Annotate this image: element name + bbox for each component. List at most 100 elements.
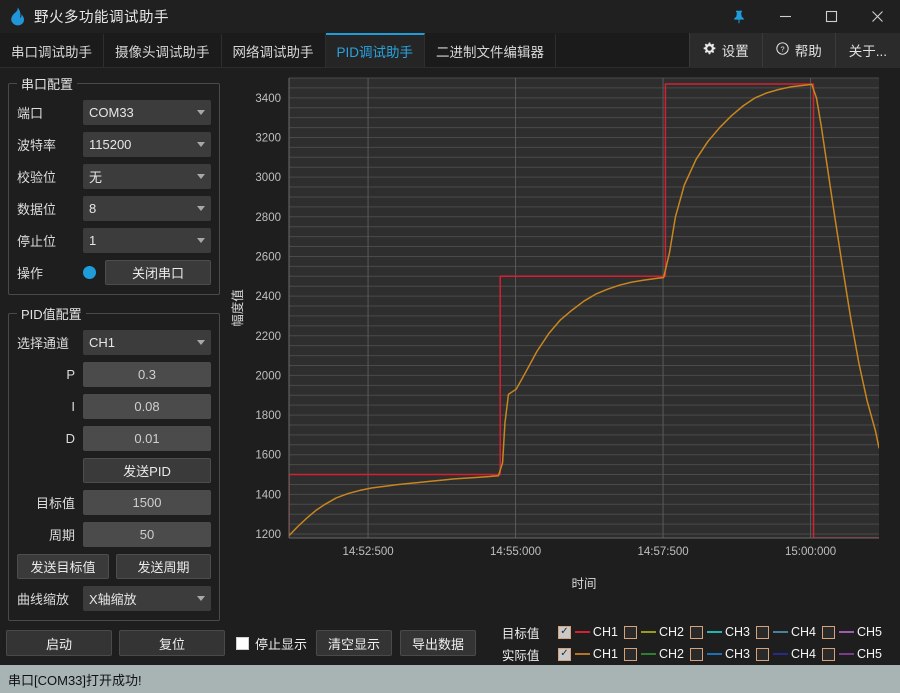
pid-config-group: PID值配置 选择通道 CH1 P 0.3 I 0.08 D 0.01 发送PI… (8, 304, 220, 621)
databits-select[interactable]: 8 (83, 196, 211, 221)
close-icon[interactable] (854, 0, 900, 33)
legend-item-actual-ch5[interactable]: CH5 (821, 647, 882, 661)
question-circle-icon: ? (776, 42, 789, 58)
app-logo-icon (0, 7, 34, 26)
svg-text:1400: 1400 (255, 489, 281, 501)
tab-label: 网络调试助手 (232, 45, 314, 60)
help-button[interactable]: ? 帮助 (761, 33, 835, 67)
settings-label: 设置 (721, 44, 749, 59)
baudrate-row: 波特率 115200 (17, 131, 211, 158)
databits-value: 8 (89, 201, 97, 216)
tab-pid[interactable]: PID调试助手 (325, 33, 426, 67)
maximize-icon[interactable] (808, 0, 854, 33)
parity-row: 校验位 无 (17, 163, 211, 190)
p-input[interactable]: 0.3 (83, 362, 211, 387)
checkbox-icon (821, 625, 835, 639)
tab-label: 串口调试助手 (11, 45, 92, 60)
d-label: D (65, 431, 75, 446)
baudrate-value: 115200 (89, 137, 132, 152)
about-button[interactable]: 关于... (834, 33, 900, 67)
about-label: 关于... (848, 44, 887, 59)
checkbox-icon (755, 647, 769, 661)
i-input[interactable]: 0.08 (83, 394, 211, 419)
target-label: 目标值 (35, 496, 75, 511)
legend-row-label: 目标值 (501, 626, 540, 641)
p-row: P 0.3 (17, 361, 211, 388)
svg-text:14:52:500: 14:52:500 (342, 546, 393, 558)
chevron-down-icon (197, 206, 205, 211)
baudrate-select[interactable]: 115200 (83, 132, 211, 157)
bottom-toolbar: 启动 复位 停止显示 清空显示 导出数据 目标值 ✓ CH1 CH2 CH3 C… (0, 621, 900, 665)
send-pid-button[interactable]: 发送PID (83, 458, 211, 483)
tab-network[interactable]: 网络调试助手 (221, 33, 326, 67)
tab-bar-spacer (556, 33, 689, 67)
legend-item-actual-ch1[interactable]: ✓ CH1 (557, 647, 618, 661)
color-swatch (640, 631, 656, 633)
start-button[interactable]: 启动 (6, 630, 112, 656)
legend-item-target-ch2[interactable]: CH2 (623, 625, 684, 639)
target-row: 目标值 1500 (17, 489, 211, 516)
tab-binary-editor[interactable]: 二进制文件编辑器 (425, 33, 557, 67)
port-select[interactable]: COM33 (83, 100, 211, 125)
checkbox-icon (689, 625, 703, 639)
color-swatch (838, 653, 854, 655)
chevron-down-icon (197, 596, 205, 601)
serial-config-legend: 串口配置 (21, 77, 74, 92)
legend-item-actual-ch4[interactable]: CH4 (755, 647, 816, 661)
p-label: P (66, 367, 75, 382)
legend-item-target-ch1[interactable]: ✓ CH1 (557, 625, 618, 639)
parity-select[interactable]: 无 (83, 164, 211, 189)
legend-label: CH3 (724, 647, 750, 661)
stop-display-checkbox[interactable]: 停止显示 (236, 634, 307, 653)
stop-display-label: 停止显示 (255, 636, 308, 652)
legend-item-target-ch3[interactable]: CH3 (689, 625, 750, 639)
stopbits-row: 停止位 1 (17, 227, 211, 254)
tab-camera[interactable]: 摄像头调试助手 (104, 33, 222, 67)
curve-zoom-value: X轴缩放 (89, 592, 137, 607)
minimize-icon[interactable] (762, 0, 808, 33)
channel-select[interactable]: CH1 (83, 330, 211, 355)
pid-chart[interactable]: 1200 1400 1600 1800 2000 2200 2400 2600 2800 3000… (228, 68, 900, 621)
close-serial-button[interactable]: 关闭串口 (105, 260, 211, 285)
legend-item-actual-ch3[interactable]: CH3 (689, 647, 750, 661)
app-title: 野火多功能调试助手 (34, 10, 169, 26)
parity-value: 无 (89, 170, 103, 185)
svg-text:2000: 2000 (255, 370, 281, 382)
curve-zoom-select[interactable]: X轴缩放 (83, 586, 211, 611)
send-period-button[interactable]: 发送周期 (116, 554, 211, 579)
reset-button[interactable]: 复位 (119, 630, 225, 656)
settings-button[interactable]: 设置 (688, 33, 762, 67)
i-row: I 0.08 (17, 393, 211, 420)
stopbits-select[interactable]: 1 (83, 228, 211, 253)
checkbox-icon (755, 625, 769, 639)
curve-zoom-label: 曲线缩放 (17, 592, 70, 607)
legend-item-target-ch5[interactable]: CH5 (821, 625, 882, 639)
send-buttons-row: 发送目标值 发送周期 (17, 553, 211, 580)
legend-item-target-ch4[interactable]: CH4 (755, 625, 816, 639)
svg-text:3400: 3400 (255, 93, 281, 105)
legend-label: CH2 (658, 625, 684, 639)
pin-icon[interactable] (716, 0, 762, 33)
legend-label: CH2 (658, 647, 684, 661)
clear-display-button[interactable]: 清空显示 (316, 630, 393, 656)
checkbox-icon: ✓ (557, 647, 571, 661)
legend-row-actual: 实际值 ✓ CH1 CH2 CH3 CH4 CH5 (502, 645, 888, 664)
svg-text:2400: 2400 (255, 291, 281, 303)
d-input[interactable]: 0.01 (83, 426, 211, 451)
target-input[interactable]: 1500 (83, 490, 211, 515)
period-input[interactable]: 50 (83, 522, 211, 547)
export-data-button[interactable]: 导出数据 (400, 630, 477, 656)
checkbox-box (236, 636, 249, 650)
left-panel: 串口配置 端口 COM33 波特率 115200 校验位 无 数据位 8 停止位… (0, 68, 228, 621)
tab-serial[interactable]: 串口调试助手 (0, 33, 104, 67)
tab-label: 摄像头调试助手 (115, 45, 210, 60)
svg-text:2800: 2800 (255, 212, 281, 224)
color-swatch (574, 631, 590, 633)
pid-config-legend: PID值配置 (21, 307, 82, 322)
svg-text:时间: 时间 (571, 577, 596, 591)
color-swatch (772, 653, 788, 655)
send-target-button[interactable]: 发送目标值 (17, 554, 109, 579)
legend-item-actual-ch2[interactable]: CH2 (623, 647, 684, 661)
legend-label: CH4 (790, 647, 816, 661)
legend-label: CH1 (592, 625, 618, 639)
